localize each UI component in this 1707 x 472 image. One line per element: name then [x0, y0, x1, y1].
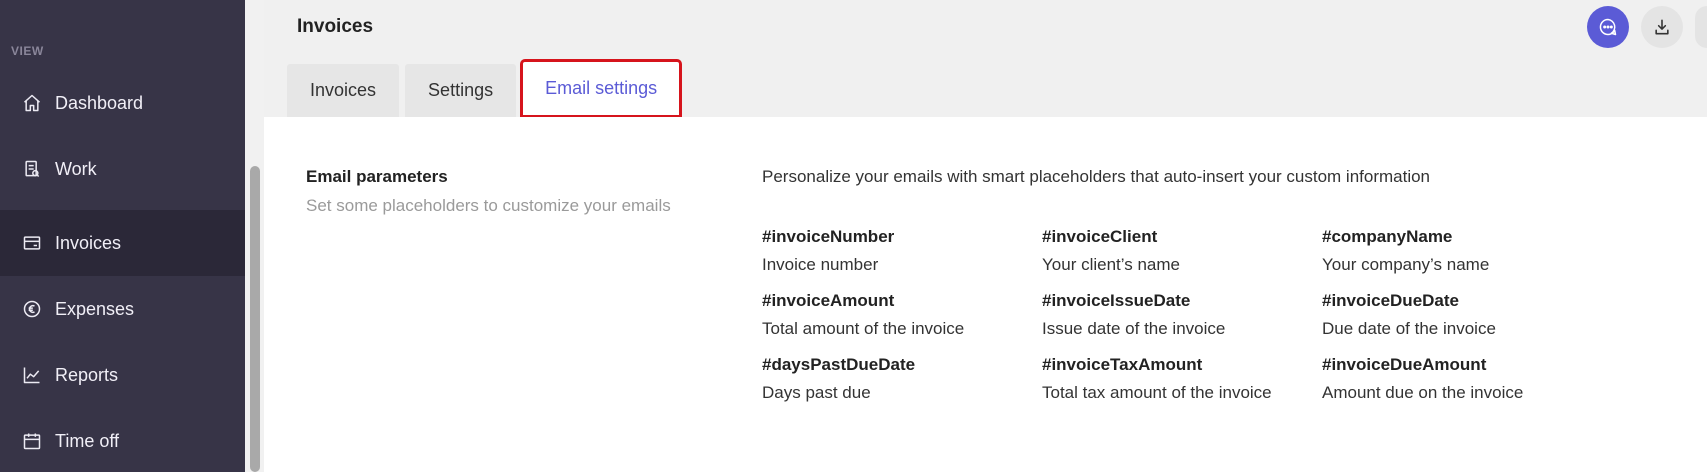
tab-settings[interactable]: Settings [405, 64, 517, 117]
chat-icon [1599, 18, 1617, 36]
placeholder-description: Total amount of the invoice [762, 319, 965, 338]
tab-bar: Invoices Settings Email settings [287, 59, 683, 118]
page-title: Invoices [297, 16, 374, 37]
placeholder-item: #invoiceDueAmount Amount due on the invo… [1322, 355, 1602, 403]
sidebar-item-label: Reports [55, 364, 119, 385]
sidebar-item-work[interactable]: Work [0, 136, 245, 202]
download-button[interactable] [1641, 6, 1683, 48]
tab-email-settings[interactable]: Email settings [520, 59, 683, 118]
chat-button[interactable] [1587, 6, 1629, 48]
home-icon [22, 93, 42, 113]
placeholder-name: #invoiceAmount [762, 291, 895, 310]
calendar-icon [22, 431, 42, 451]
placeholder-description: Your client’s name [1042, 255, 1180, 274]
document-icon [22, 159, 42, 179]
sidebar-item-time-off[interactable]: Time off [0, 408, 245, 472]
tab-invoices[interactable]: Invoices [287, 64, 400, 117]
invoice-icon [22, 233, 42, 253]
placeholder-description: Days past due [762, 383, 871, 402]
chart-icon [22, 365, 42, 385]
placeholder-description: Total tax amount of the invoice [1042, 383, 1272, 402]
placeholder-name: #daysPastDueDate [762, 355, 916, 374]
euro-icon [22, 299, 42, 319]
placeholder-description: Issue date of the invoice [1042, 319, 1226, 338]
sidebar-heading: VIEW [11, 44, 44, 58]
placeholder-name: #invoiceClient [1042, 227, 1158, 246]
email-settings-content: Email parameters Set some placeholders t… [264, 117, 1707, 472]
placeholder-item: #daysPastDueDate Days past due [762, 355, 1042, 403]
download-icon [1655, 19, 1669, 35]
sidebar-item-dashboard[interactable]: Dashboard [0, 70, 245, 136]
placeholder-item: #companyName Your company’s name [1322, 227, 1602, 275]
section-subtitle: Set some placeholders to customize your … [306, 196, 671, 215]
sidebar-item-label: Work [55, 158, 97, 179]
more-button[interactable] [1695, 6, 1707, 48]
placeholder-name: #invoiceDueDate [1322, 291, 1459, 310]
placeholder-item: #invoiceNumber Invoice number [762, 227, 1042, 275]
placeholder-name: #invoiceDueAmount [1322, 355, 1487, 374]
section-title: Email parameters [306, 167, 448, 186]
placeholders-intro: Personalize your emails with smart place… [762, 167, 1431, 186]
placeholder-item: #invoiceDueDate Due date of the invoice [1322, 291, 1602, 339]
sidebar-item-label: Expenses [55, 298, 135, 319]
placeholder-item: #invoiceAmount Total amount of the invoi… [762, 291, 1042, 339]
sidebar-item-label: Time off [55, 430, 120, 451]
sidebar-item-invoices[interactable]: Invoices [0, 210, 245, 276]
placeholder-item: #invoiceClient Your client’s name [1042, 227, 1322, 275]
placeholder-name: #companyName [1322, 227, 1453, 246]
placeholder-item: #invoiceIssueDate Issue date of the invo… [1042, 291, 1322, 339]
sidebar: VIEW Dashboard Work Invoices Expenses Re… [0, 0, 245, 472]
sidebar-scrollbar-thumb[interactable] [250, 166, 260, 472]
sidebar-item-reports[interactable]: Reports [0, 342, 245, 408]
placeholder-name: #invoiceTaxAmount [1042, 355, 1203, 374]
placeholder-name: #invoiceNumber [762, 227, 895, 246]
sidebar-item-expenses[interactable]: Expenses [0, 276, 245, 342]
sidebar-item-label: Invoices [55, 232, 122, 253]
placeholder-description: Your company’s name [1322, 255, 1490, 274]
placeholder-description: Invoice number [762, 255, 879, 274]
placeholder-grid: #invoiceNumber Invoice number #invoiceCl… [762, 227, 1602, 403]
placeholder-item: #invoiceTaxAmount Total tax amount of th… [1042, 355, 1322, 403]
sidebar-item-label: Dashboard [55, 92, 144, 113]
placeholder-description: Due date of the invoice [1322, 319, 1496, 338]
placeholder-description: Amount due on the invoice [1322, 383, 1524, 402]
header-actions [1587, 6, 1707, 48]
placeholder-name: #invoiceIssueDate [1042, 291, 1191, 310]
main-header: Invoices Invoices Settings Email setting… [264, 0, 1707, 118]
